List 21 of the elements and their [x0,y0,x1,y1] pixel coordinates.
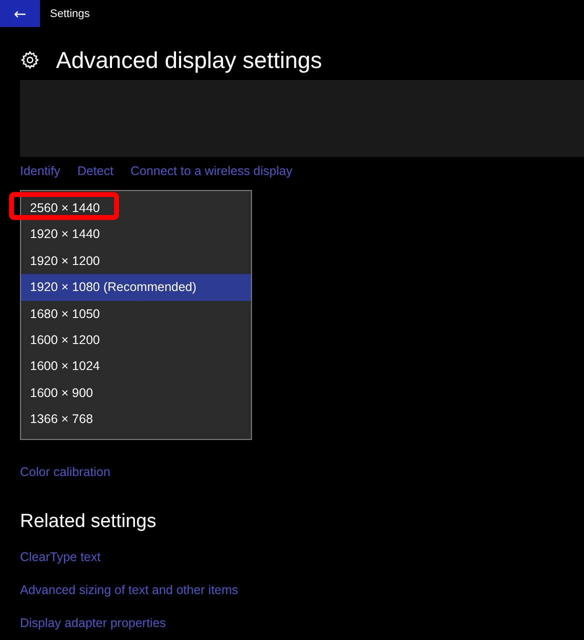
settings-icon [20,50,40,70]
back-button[interactable]: ← [0,0,40,27]
resolution-option[interactable]: 1920 × 1080 (Recommended) [21,274,251,301]
section-heading: Related settings [20,511,156,533]
related-link[interactable]: Display adapter properties [20,614,238,632]
display-link[interactable]: Identify [20,162,60,180]
related-link[interactable]: Advanced sizing of text and other items [20,581,238,599]
resolution-option[interactable]: 1680 × 1050 [21,300,251,327]
resolution-option[interactable]: 2560 × 1440 [21,195,251,222]
resolution-option[interactable]: 1600 × 1024 [21,353,251,380]
resolution-option[interactable]: 1920 × 1200 [21,248,251,274]
related-link[interactable]: ClearType text [20,548,238,566]
page-title: Advanced display settings [56,46,322,74]
resolution-option[interactable]: 1600 × 900 [21,380,251,406]
resolution-option[interactable]: 1600 × 1200 [21,326,251,354]
resolution-option[interactable]: 1366 × 768 [21,406,251,433]
display-link[interactable]: Connect to a wireless display [130,162,292,180]
window-title: Settings [50,8,90,20]
resolution-option[interactable]: 1920 × 1440 [21,221,251,248]
display-link[interactable]: Detect [77,162,114,180]
color-calibration-link[interactable]: Color calibration [20,463,110,481]
